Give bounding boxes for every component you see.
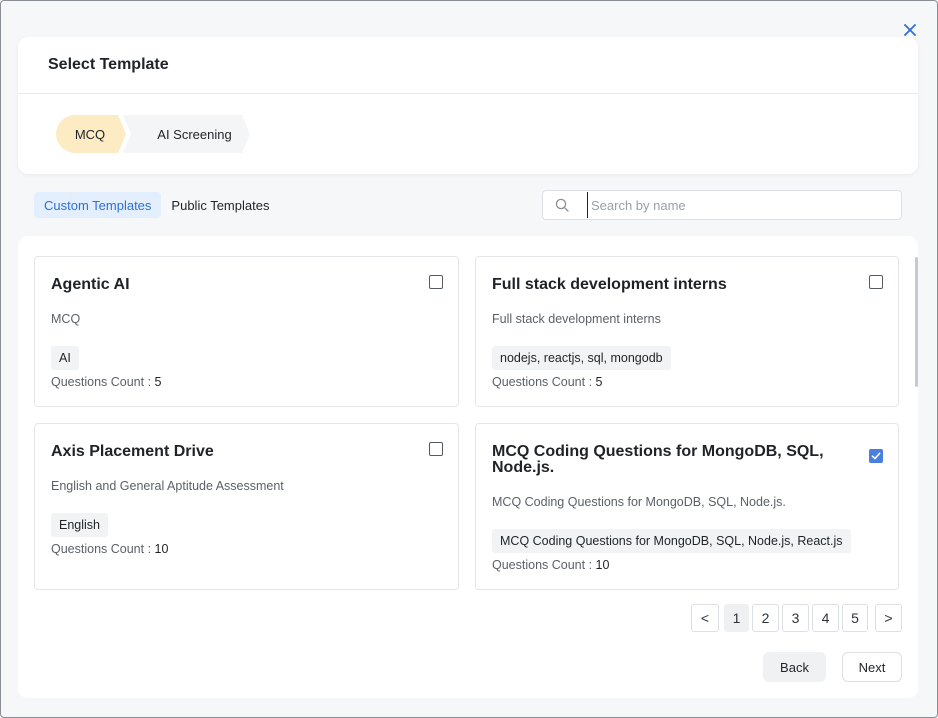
step-ai-screening[interactable]: AI Screening: [123, 115, 250, 153]
questions-count: Questions Count : 5: [51, 375, 161, 389]
questions-count: Questions Count : 10: [492, 558, 609, 572]
page-1-button[interactable]: 1: [724, 604, 749, 632]
template-card-agentic-ai[interactable]: Agentic AI MCQ AI Questions Count : 5: [34, 256, 459, 407]
template-subtitle: MCQ: [51, 312, 81, 326]
step-label: MCQ: [74, 126, 106, 142]
template-checkbox[interactable]: [429, 275, 443, 289]
page-4-button[interactable]: 4: [812, 604, 839, 632]
questions-count: Questions Count : 5: [492, 375, 602, 389]
template-tag: MCQ Coding Questions for MongoDB, SQL, N…: [492, 529, 851, 553]
back-button[interactable]: Back: [763, 652, 826, 682]
next-button[interactable]: Next: [842, 652, 902, 682]
close-icon: [904, 24, 916, 36]
template-card-axis-placement[interactable]: Axis Placement Drive English and General…: [34, 423, 459, 590]
header-divider: [18, 93, 918, 94]
prev-page-button[interactable]: <: [691, 604, 719, 632]
modal-window: Select Template MCQ AI Screening Custom …: [0, 0, 938, 718]
questions-count-value: 5: [154, 375, 162, 389]
page-2-button[interactable]: 2: [752, 604, 779, 632]
template-tabs: Custom Templates Public Templates: [34, 192, 279, 218]
page-3-button[interactable]: 3: [782, 604, 809, 632]
search-box: [542, 190, 902, 220]
template-title: Full stack development interns: [492, 276, 727, 293]
questions-count-value: 10: [154, 542, 169, 556]
template-card-full-stack[interactable]: Full stack development interns Full stac…: [475, 256, 899, 407]
template-tag: AI: [51, 346, 79, 370]
page-title: Select Template: [48, 56, 169, 73]
template-title: MCQ Coding Questions for MongoDB, SQL, N…: [492, 443, 824, 476]
questions-count-label: Questions Count :: [492, 558, 596, 572]
template-checkbox[interactable]: [429, 442, 443, 456]
check-icon: [871, 452, 881, 460]
tab-public-templates[interactable]: Public Templates: [161, 192, 279, 218]
next-page-button[interactable]: >: [875, 604, 902, 632]
tab-custom-templates[interactable]: Custom Templates: [34, 192, 162, 218]
questions-count-value: 5: [595, 375, 603, 389]
questions-count-value: 10: [595, 558, 610, 572]
questions-count-label: Questions Count :: [492, 375, 596, 389]
template-subtitle: English and General Aptitude Assessment: [51, 479, 284, 493]
template-checkbox[interactable]: [869, 275, 883, 289]
template-tag: English: [51, 513, 108, 537]
step-mcq[interactable]: MCQ: [56, 115, 126, 153]
template-card-mcq-coding[interactable]: MCQ Coding Questions for MongoDB, SQL, N…: [475, 423, 899, 590]
scrollbar[interactable]: [915, 257, 918, 387]
header-card: Select Template MCQ AI Screening: [18, 37, 918, 174]
template-checkbox[interactable]: [869, 449, 883, 463]
search-input[interactable]: [587, 192, 901, 218]
template-tag: nodejs, reactjs, sql, mongodb: [492, 346, 671, 370]
template-title: Axis Placement Drive: [51, 443, 214, 460]
search-icon: [543, 191, 581, 219]
step-label: AI Screening: [157, 126, 232, 142]
questions-count: Questions Count : 10: [51, 542, 168, 556]
template-subtitle: MCQ Coding Questions for MongoDB, SQL, N…: [492, 495, 786, 509]
template-subtitle: Full stack development interns: [492, 312, 661, 326]
page-5-button[interactable]: 5: [842, 604, 868, 632]
template-title: Agentic AI: [51, 276, 130, 293]
questions-count-label: Questions Count :: [51, 375, 155, 389]
questions-count-label: Questions Count :: [51, 542, 155, 556]
